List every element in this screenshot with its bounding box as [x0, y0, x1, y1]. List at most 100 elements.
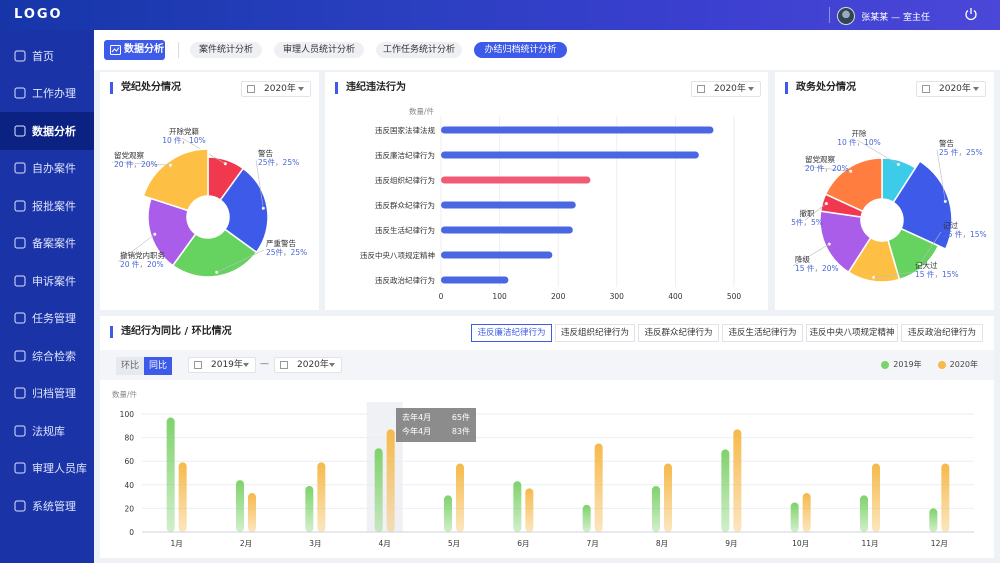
violation-bar-chart: 数量/件 0 100 200 300 400 500 违反国家法律法规违反廉洁纪律行为违反组织… — [360, 106, 741, 301]
y-category-label: 违反组织纪律行为 — [375, 175, 435, 185]
bar[interactable] — [248, 493, 256, 532]
bar[interactable] — [441, 176, 591, 184]
y-tick-label: 60 — [124, 457, 134, 466]
panel-title: 违纪行为同比 / 环比情况 — [110, 326, 232, 338]
year-select[interactable]: 2020年 — [241, 81, 311, 97]
sidebar-item[interactable]: 数据分析 — [0, 112, 94, 150]
sidebar-item[interactable]: 法规库 — [0, 412, 94, 450]
sidebar-item[interactable]: 审理人员库 — [0, 450, 94, 488]
x-tick-label: 200 — [551, 292, 566, 301]
tab-item[interactable]: 审理人员统计分析 — [274, 42, 364, 58]
sidebar-item[interactable]: 系统管理 — [0, 487, 94, 525]
behavior-filter-tab[interactable]: 违反中央八项规定精神 — [806, 324, 898, 342]
bar[interactable] — [802, 493, 811, 532]
year-from-select[interactable]: 2019年 — [188, 357, 256, 373]
archive-icon — [14, 387, 26, 399]
bar[interactable] — [441, 201, 576, 209]
sidebar-item[interactable]: 综合检索 — [0, 337, 94, 375]
user-menu[interactable]: 张某某 — 室主任 — [837, 5, 930, 27]
slice-name: 记过 — [943, 220, 958, 230]
tab-item[interactable]: 工作任务统计分析 — [376, 42, 462, 58]
chevron-down-icon — [298, 87, 304, 91]
bar[interactable] — [178, 462, 187, 532]
logo: LOGO — [14, 7, 63, 22]
bar[interactable] — [386, 429, 395, 532]
sidebar-item[interactable]: 自办案件 — [0, 150, 94, 188]
calendar-icon — [280, 361, 288, 369]
behavior-filter-tab[interactable]: 违反生活纪律行为 — [722, 324, 803, 342]
bar[interactable] — [456, 463, 464, 532]
x-tick-label: 7月 — [587, 539, 599, 548]
bar[interactable] — [441, 151, 699, 159]
x-tick-label: 300 — [610, 292, 625, 301]
bar[interactable] — [790, 502, 799, 533]
bar[interactable] — [594, 443, 603, 533]
bar[interactable] — [441, 251, 553, 259]
bar[interactable] — [733, 429, 742, 532]
sidebar-item[interactable]: 归档管理 — [0, 375, 94, 413]
power-icon[interactable] — [964, 7, 978, 21]
bar[interactable] — [664, 463, 672, 532]
tab-data-analysis[interactable]: 数据分析 — [104, 40, 165, 60]
tab-item[interactable]: 办结归档统计分析 — [474, 42, 567, 58]
slice-name: 开除党籍 — [169, 126, 199, 136]
bar[interactable] — [652, 485, 660, 532]
trend-panel: 违纪行为同比 / 环比情况 违反廉洁纪律行为 违反组织纪律行为 违反群众纪律行为 违反… — [100, 316, 994, 558]
x-tick-label: 3月 — [309, 539, 321, 548]
panel-title: 党纪处分情况 — [110, 82, 181, 94]
behavior-filter-tab[interactable]: 违反政治纪律行为 — [901, 324, 983, 342]
bar[interactable] — [525, 488, 534, 532]
analysis-tabs: 数据分析 案件统计分析 审理人员统计分析 工作任务统计分析 办结归档统计分析 — [94, 30, 1000, 70]
sidebar-item[interactable]: 备案案件 — [0, 225, 94, 263]
bar[interactable] — [860, 495, 868, 532]
bar[interactable] — [441, 276, 509, 284]
y-category-label: 违反群众纪律行为 — [375, 200, 435, 210]
year-to-select[interactable]: 2020年 — [274, 357, 342, 373]
bar[interactable] — [374, 448, 383, 532]
calendar-icon — [922, 85, 930, 93]
legend-dot — [937, 360, 946, 369]
toggle-yoy[interactable]: 同比 — [144, 357, 172, 375]
slice-value: 15 件，20% — [795, 263, 839, 273]
toggle-mom[interactable]: 环比 — [116, 357, 144, 375]
legend-item: 2019年 — [881, 359, 922, 370]
slice-value: 15 件，15% — [915, 269, 959, 279]
behavior-filter-tab[interactable]: 违反廉洁纪律行为 — [471, 324, 552, 342]
behavior-filter-tab[interactable]: 违反组织纪律行为 — [555, 324, 635, 342]
task-icon — [14, 312, 26, 324]
sidebar-item[interactable]: 首页 — [0, 37, 94, 75]
bar[interactable] — [513, 481, 522, 532]
y-category-label: 违反国家法律法规 — [375, 125, 435, 135]
bar[interactable] — [582, 504, 591, 532]
avatar — [837, 7, 856, 25]
x-tick-label: 5月 — [448, 539, 460, 548]
bar[interactable] — [721, 449, 730, 532]
behavior-filter-tab[interactable]: 违反群众纪律行为 — [638, 324, 719, 342]
bar[interactable] — [441, 126, 714, 134]
x-tick-label: 11月 — [861, 539, 878, 548]
year-select[interactable]: 2020年 — [916, 81, 986, 97]
slice-name: 警告 — [258, 148, 273, 158]
slice-value: 25件，25% — [258, 157, 299, 167]
axis-unit: 数量/件 — [112, 389, 138, 399]
y-tick-label: 40 — [124, 481, 134, 490]
sidebar-item-label: 审理人员库 — [32, 462, 87, 476]
bar[interactable] — [317, 462, 326, 532]
bar[interactable] — [941, 463, 950, 532]
tab-item[interactable]: 案件统计分析 — [190, 42, 262, 58]
sidebar-item[interactable]: 工作办理 — [0, 75, 94, 113]
chevron-down-icon — [973, 87, 979, 91]
bar[interactable] — [444, 495, 452, 532]
bar[interactable] — [305, 485, 314, 532]
bar[interactable] — [236, 480, 244, 532]
bar[interactable] — [929, 508, 938, 532]
bar[interactable] — [166, 417, 175, 532]
sidebar-item[interactable]: 报批案件 — [0, 187, 94, 225]
bar[interactable] — [441, 226, 573, 234]
slice-name: 严重警告 — [266, 238, 296, 248]
sidebar-item[interactable]: 申诉案件 — [0, 262, 94, 300]
sidebar-item[interactable]: 任务管理 — [0, 300, 94, 338]
y-tick-label: 0 — [129, 528, 134, 537]
bar[interactable] — [872, 463, 880, 532]
gov-donut-chart: 开除10 件，10% 警告25 件，25% 记过25 件，15% 记大过15 件，15… — [791, 128, 987, 283]
